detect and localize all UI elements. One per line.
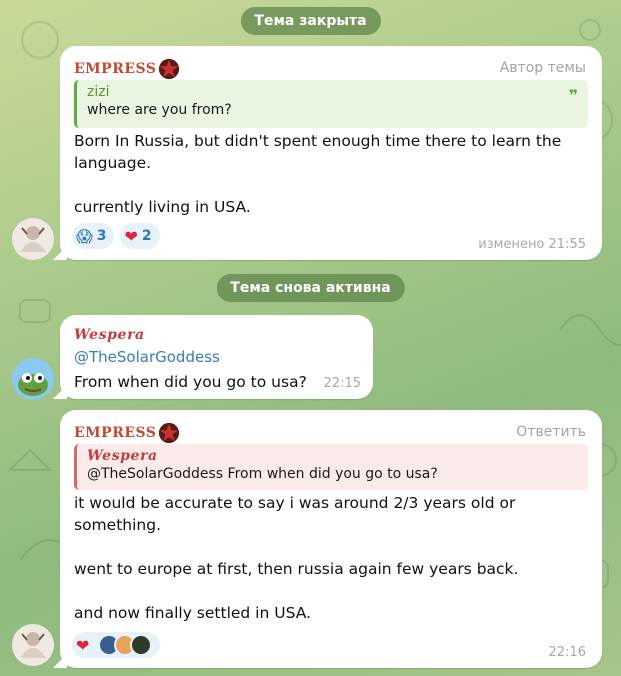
message-text: Born In Russia, but didn't spent enough … [74, 130, 561, 218]
reactions: ❤ [72, 632, 160, 658]
message-time: изменено 21:55 [478, 237, 586, 252]
avatar-image [12, 358, 54, 400]
heart-icon: ❤ [76, 635, 90, 655]
message-line: went to europe at first, then russia aga… [74, 560, 519, 578]
message-line: Born In Russia, but didn't spent enough … [74, 132, 562, 150]
message-line [74, 580, 518, 602]
avatar-empress[interactable] [12, 624, 54, 666]
service-message-topic-reopened: Тема снова активна [216, 274, 405, 302]
star-icon [159, 422, 180, 444]
reaction-count: 2 [141, 228, 152, 244]
avatar-empress[interactable] [12, 218, 54, 260]
service-message-topic-closed: Тема закрыта [240, 7, 381, 35]
reply-quote[interactable]: Wespera @TheSolarGoddess From when did y… [74, 444, 588, 490]
reaction-heart[interactable]: ❤ 2 [120, 223, 160, 249]
reaction-shocked[interactable]: 😱 3 [72, 223, 115, 249]
role-label: Автор темы [499, 60, 586, 76]
reactions: 😱 3 ❤ 2 [72, 223, 160, 249]
message-line [74, 536, 518, 558]
message-line [74, 174, 561, 196]
heart-icon: ❤ [124, 226, 138, 246]
message-bubble[interactable]: EMPRESS Автор темы zizi where are you fr… [60, 46, 602, 260]
sender-name-label: EMPRESS [74, 425, 157, 441]
quote-text: @TheSolarGoddess From when did you go to… [87, 466, 438, 482]
sender-name[interactable]: EMPRESS [74, 58, 180, 80]
quote-text: where are you from? [87, 102, 232, 118]
message-line: it would be accurate to say i was around… [74, 494, 516, 512]
sender-name[interactable]: EMPRESS [74, 422, 180, 444]
message-line: language. [74, 154, 152, 172]
star-icon [159, 58, 180, 80]
message-bubble[interactable]: Wespera @TheSolarGoddess From when did y… [60, 315, 373, 399]
reaction-heart[interactable]: ❤ [72, 632, 160, 658]
message-text: it would be accurate to say i was around… [74, 492, 518, 624]
reactor-avatar [130, 634, 152, 656]
message-text: From when did you go to usa? [74, 373, 307, 391]
quote-sender: zizi [87, 84, 110, 100]
sender-name-label: EMPRESS [74, 61, 157, 77]
message-time: 22:15 [323, 376, 361, 391]
reply-quote[interactable]: zizi where are you from? ❞ [74, 80, 588, 128]
avatar-image [12, 624, 54, 666]
avatar-image [12, 218, 54, 260]
sender-name[interactable]: Wespera [74, 327, 145, 343]
reply-button[interactable]: Ответить [516, 424, 586, 440]
mention-link[interactable]: @TheSolarGoddess [74, 348, 220, 366]
shock-face-icon: 😱 [76, 226, 93, 246]
avatar-wespera[interactable] [12, 358, 54, 400]
quote-mark-icon: ❞ [568, 86, 578, 105]
quote-sender: Wespera [87, 448, 158, 464]
message-line: something. [74, 516, 161, 534]
message-time: 22:16 [548, 645, 586, 660]
message-bubble[interactable]: EMPRESS Ответить Wespera @TheSolarGoddes… [60, 410, 602, 668]
message-line: and now finally settled in USA. [74, 604, 311, 622]
reaction-count: 3 [96, 228, 107, 244]
message-line: currently living in USA. [74, 198, 251, 216]
